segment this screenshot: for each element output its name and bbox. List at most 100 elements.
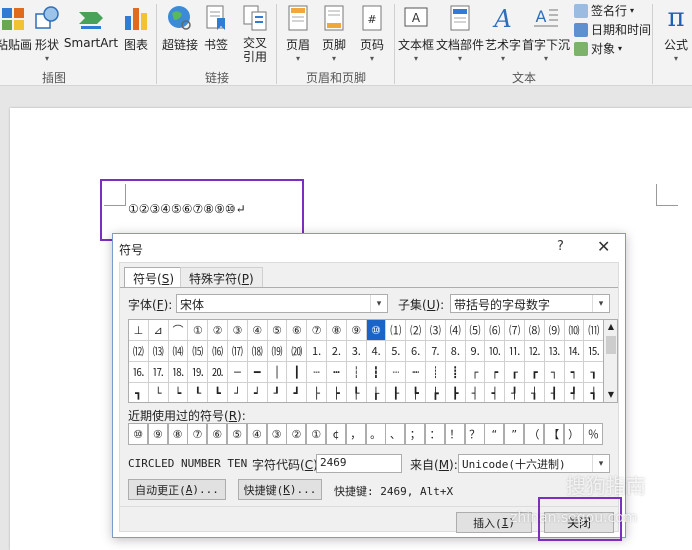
symbol-cell[interactable]: ┑ — [564, 362, 585, 383]
symbol-cell[interactable]: ┩ — [565, 383, 585, 402]
symbol-cell[interactable]: ② — [208, 320, 228, 341]
recent-symbol-cell[interactable]: ！ — [444, 423, 465, 445]
autocorrect-button[interactable]: 自动更正(A)... — [128, 479, 226, 500]
symbol-cell[interactable]: ⒛ — [208, 362, 228, 383]
symbol-cell[interactable]: ⒏ — [445, 341, 466, 362]
symbol-cell[interactable]: ① — [188, 320, 209, 341]
symbol-cell[interactable]: ┅ — [327, 362, 347, 383]
font-select[interactable]: 宋体 ▾ — [176, 294, 388, 313]
symbol-cell[interactable]: ⑸ — [465, 320, 486, 341]
symbol-cell[interactable]: │ — [267, 362, 288, 383]
symbol-cell[interactable]: ⊿ — [148, 320, 169, 341]
symbol-cell[interactable]: ┢ — [426, 383, 446, 402]
symbol-cell[interactable]: ┛ — [287, 383, 308, 402]
symbol-cell[interactable]: ⑿ — [129, 341, 149, 362]
symbol-cell[interactable]: ⒍ — [406, 341, 426, 362]
symbol-cell[interactable]: ⒅ — [247, 341, 268, 362]
symbol-cell[interactable]: └ — [149, 383, 169, 402]
symbol-cell[interactable]: ┪ — [584, 383, 603, 402]
symbol-cell[interactable]: ━ — [247, 362, 268, 383]
scroll-up-icon[interactable]: ▲ — [604, 320, 618, 334]
symbol-cell[interactable]: ⒖ — [584, 341, 603, 362]
recent-symbol-cell[interactable]: ⑤ — [227, 423, 247, 445]
recent-symbol-cell[interactable]: ； — [405, 423, 426, 445]
symbol-cell[interactable]: ⒗ — [129, 362, 149, 383]
symbol-cell[interactable]: ③ — [228, 320, 248, 341]
recent-symbol-cell[interactable]: ② — [286, 423, 307, 445]
recent-symbol-cell[interactable]: 。 — [365, 423, 386, 445]
tab-special-characters[interactable]: 特殊字符(P) — [180, 267, 263, 287]
symbol-cell[interactable]: ⒙ — [168, 362, 189, 383]
symbol-cell[interactable]: ⒆ — [267, 341, 288, 362]
chevron-down-icon[interactable]: ▾ — [592, 295, 609, 312]
symbol-cell[interactable]: ┓ — [129, 383, 149, 402]
symbol-cell[interactable]: ⑨ — [346, 320, 367, 341]
symbol-cell[interactable]: ┖ — [188, 383, 209, 402]
scroll-thumb[interactable] — [606, 336, 616, 354]
symbol-cell[interactable]: ⑴ — [386, 320, 407, 341]
recent-symbol-cell[interactable]: ％ — [583, 423, 604, 445]
symbol-cell[interactable]: ⒌ — [386, 341, 407, 362]
bookmark-button[interactable]: 书签 — [202, 2, 230, 64]
symbol-cell[interactable]: ⒃ — [208, 341, 228, 362]
symbol-cell[interactable]: ┎ — [505, 362, 525, 383]
symbol-cell[interactable]: ┟ — [367, 383, 387, 402]
cross-reference-button[interactable]: 交叉 引用 — [240, 2, 270, 64]
symbol-grid-scrollbar[interactable]: ▲ ▼ — [604, 319, 618, 403]
symbol-cell[interactable]: ┡ — [406, 383, 426, 402]
drop-cap-button[interactable]: A 首字下沉 ▾ — [522, 2, 570, 64]
symbol-cell[interactable]: ⒉ — [327, 341, 347, 362]
symbol-cell[interactable]: ┕ — [169, 383, 189, 402]
symbol-cell[interactable]: ┋ — [445, 362, 466, 383]
symbol-cell[interactable]: ┝ — [327, 383, 347, 402]
symbol-cell[interactable]: ⑷ — [445, 320, 466, 341]
symbol-cell[interactable]: ⒒ — [505, 341, 525, 362]
symbol-cell[interactable]: ⒁ — [168, 341, 189, 362]
symbol-cell[interactable]: ┘ — [228, 383, 248, 402]
page-number-button[interactable]: # 页码 ▾ — [358, 2, 386, 64]
hyperlink-button[interactable]: 超链接 — [162, 2, 198, 64]
quick-parts-button[interactable]: 文档部件 ▾ — [436, 2, 484, 64]
recent-symbol-cell[interactable]: ⑩ — [128, 423, 148, 445]
symbol-cell[interactable]: ⒀ — [148, 341, 169, 362]
object-button[interactable]: 对象 ▾ — [574, 40, 622, 57]
recent-symbol-cell[interactable]: ” — [504, 423, 525, 445]
equation-button[interactable]: π 公式 ▾ — [660, 2, 692, 64]
wordart-button[interactable]: A 艺术字 ▾ — [485, 2, 521, 64]
recent-symbol-cell[interactable]: ③ — [266, 423, 287, 445]
symbol-cell[interactable]: ┣ — [446, 383, 466, 402]
chevron-down-icon[interactable]: ▾ — [370, 295, 387, 312]
symbol-grid[interactable]: ⊥ ⊿ ⌒ ① ② ③ ④ ⑤ ⑥ ⑦ ⑧ ⑨ ⑩ ⑴ ⑵ ⑶ ⑷ ⑸ ⑹ ⑺ ⑻ ⑼ ⑽ ⑾ ⑿ ⒀ ⒁ ⒂ ⒃ ⒄ ⒅ ⒆ ⒇ ⒈ ⒉ ⒊ ⒋ ⒌ ⒍ ⒎… — [128, 319, 604, 403]
symbol-cell[interactable]: ⒔ — [544, 341, 565, 362]
clipart-button[interactable]: 粘贴画 — [0, 2, 32, 64]
symbol-cell[interactable]: ┉ — [406, 362, 426, 383]
footer-button[interactable]: 页脚 ▾ — [320, 2, 348, 64]
symbol-cell[interactable]: ┗ — [208, 383, 228, 402]
symbol-cell[interactable]: ⒚ — [188, 362, 209, 383]
symbol-cell[interactable]: ⒐ — [465, 341, 486, 362]
symbol-cell[interactable]: ┄ — [307, 362, 327, 383]
symbol-cell[interactable]: ⒎ — [426, 341, 446, 362]
recent-symbol-cell[interactable]: ⑧ — [167, 423, 188, 445]
symbol-cell[interactable]: ┥ — [485, 383, 506, 402]
help-button[interactable]: ? — [557, 239, 564, 254]
recent-symbol-cell[interactable]: ⑨ — [147, 423, 168, 445]
symbol-cell[interactable]: ⑻ — [525, 320, 545, 341]
symbol-cell[interactable]: ⒇ — [287, 341, 308, 362]
symbol-cell[interactable]: ⑤ — [267, 320, 288, 341]
textbox-button[interactable]: A 文本框 ▾ — [398, 2, 434, 64]
symbol-cell[interactable]: ⒄ — [228, 341, 248, 362]
symbol-cell[interactable]: ⒑ — [485, 341, 506, 362]
recent-symbol-cell[interactable]: （ — [524, 423, 544, 445]
symbol-cell[interactable]: ┦ — [505, 383, 525, 402]
chart-button[interactable]: 图表 — [121, 2, 151, 64]
recent-symbol-cell[interactable]: ¢ — [326, 423, 346, 445]
symbol-cell[interactable]: ┙ — [248, 383, 268, 402]
header-button[interactable]: 页眉 ▾ — [284, 2, 312, 64]
symbol-cell[interactable]: ┆ — [346, 362, 367, 383]
symbol-cell[interactable]: ⑦ — [307, 320, 327, 341]
symbol-cell[interactable]: ┠ — [386, 383, 407, 402]
recent-symbol-cell[interactable]: ① — [306, 423, 327, 445]
subset-select[interactable]: 带括号的字母数字 ▾ — [450, 294, 610, 313]
symbol-cell[interactable]: ⒓ — [525, 341, 545, 362]
